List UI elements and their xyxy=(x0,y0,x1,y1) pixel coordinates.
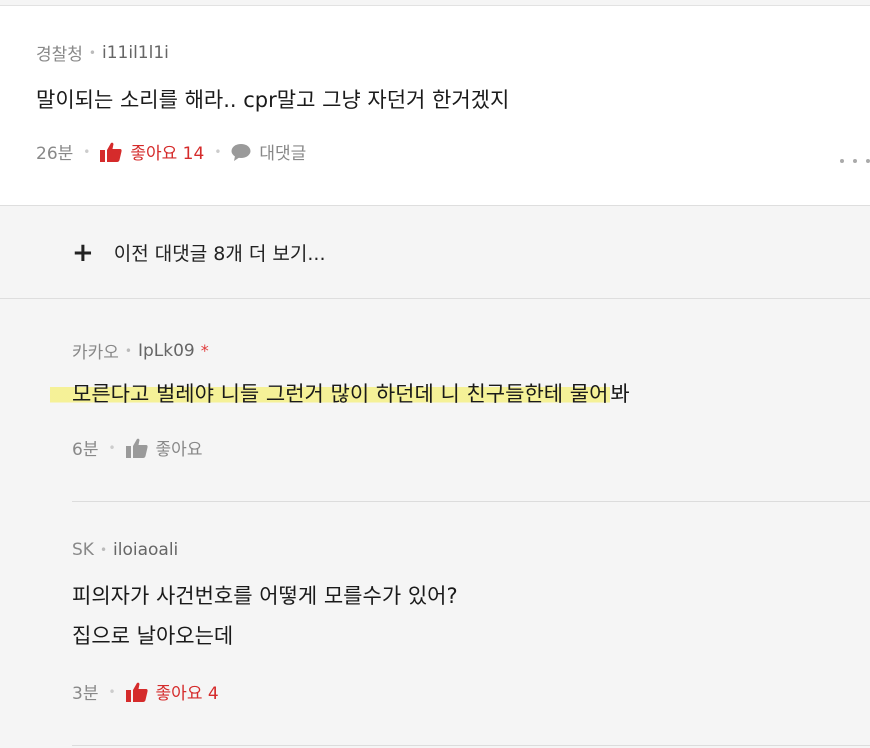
thumbs-up-icon xyxy=(100,142,122,162)
separator-dot: • xyxy=(108,440,116,455)
separator-dot: • xyxy=(99,543,108,557)
thumbs-up-icon xyxy=(125,682,148,702)
load-more-replies-button[interactable]: + 이전 대댓글 8개 더 보기... xyxy=(0,207,870,299)
speech-bubble-icon xyxy=(231,143,251,161)
plus-icon: + xyxy=(72,237,94,268)
author-badge: * xyxy=(200,341,209,360)
reply-text-rest: 봐 xyxy=(610,382,630,406)
reply-actions: 6분 • 좋아요 xyxy=(72,435,202,460)
thumbs-up-icon xyxy=(125,438,148,458)
reply-source: 카카오 xyxy=(72,343,119,363)
reply-time: 3분 xyxy=(72,684,99,704)
reply-text-line: 피의자가 사건번호를 어떻게 모를수가 있어? xyxy=(72,584,458,608)
reply-time: 6분 xyxy=(72,440,99,460)
reply-source: SK xyxy=(72,540,94,560)
reply-username[interactable]: iloiaoali xyxy=(113,540,178,560)
reply-actions: 3분 • 좋아요 4 xyxy=(72,679,219,704)
reply-button[interactable]: 대댓글 xyxy=(231,139,306,164)
comment-time: 26분 xyxy=(36,144,74,164)
like-label: 좋아요 xyxy=(155,440,203,460)
reply-label: 대댓글 xyxy=(259,144,307,164)
comment-text: 말이되는 소리를 해라.. cpr말고 그냥 자던거 한거겠지 xyxy=(36,88,510,112)
reply-item: 카카오 • IpLk09 * 모른다고 벌레야 니들 그런거 많이 하던데 니 … xyxy=(50,300,870,500)
reply-divider xyxy=(72,745,870,746)
highlighted-text: 모른다고 벌레야 니들 그런거 많이 하던데 니 친구들한테 물어 xyxy=(50,382,611,406)
reply-text: 모른다고 벌레야 니들 그런거 많이 하던데 니 친구들한테 물어봐 xyxy=(50,376,630,412)
like-button[interactable]: 좋아요 xyxy=(125,435,203,460)
separator-dot: • xyxy=(124,343,132,358)
comment-meta: 경찰청 • i11il1l1i xyxy=(36,40,169,66)
separator-dot: • xyxy=(108,684,116,699)
comment-card: 경찰청 • i11il1l1i 말이되는 소리를 해라.. cpr말고 그냥 자… xyxy=(0,6,870,206)
reply-meta: 카카오 • IpLk09 * xyxy=(72,338,209,364)
load-more-replies-label: 이전 대댓글 8개 더 보기... xyxy=(113,243,326,265)
reply-text-line: 집으로 날아오는데 xyxy=(72,624,234,648)
reply-username[interactable]: IpLk09 xyxy=(138,341,195,361)
reply-item: SK • iloiaoali 피의자가 사건번호를 어떻게 모를수가 있어? 집… xyxy=(72,502,870,742)
separator-dot: • xyxy=(83,144,91,159)
comment-actions: 26분 • 좋아요 14 • 대댓글 xyxy=(36,139,306,164)
like-button[interactable]: 좋아요 4 xyxy=(125,679,219,704)
more-options-icon[interactable] xyxy=(840,156,870,166)
comment-source: 경찰청 xyxy=(36,45,83,65)
reply-meta: SK • iloiaoali xyxy=(72,540,178,560)
comment-username[interactable]: i11il1l1i xyxy=(102,43,169,63)
like-count: 좋아요 4 xyxy=(155,684,219,704)
separator-dot: • xyxy=(214,144,222,159)
separator-dot: • xyxy=(88,45,96,60)
like-count: 좋아요 14 xyxy=(130,144,205,164)
like-button[interactable]: 좋아요 14 xyxy=(100,139,204,164)
